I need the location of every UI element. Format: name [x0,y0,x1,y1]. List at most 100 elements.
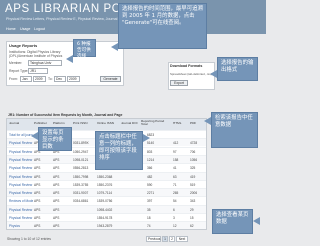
to-label: To: [48,77,53,81]
to-year-select[interactable]: 2009 [67,76,80,82]
cell-journal[interactable]: Physical Review ST AB [9,208,33,212]
callout-entries-per-page-arrow [31,132,38,140]
cell-journal[interactable]: Physical Review C [9,166,33,170]
callout-sort-columns-arrow [143,134,150,142]
cell-pdf: 1056 [190,157,198,162]
cell-journal[interactable]: Physical Review B [9,158,33,162]
report-type-label: Report Type: [9,69,29,73]
institution-description: Institutions: Digital Physics Library (D… [9,50,63,59]
cell-online-issn: 1943-2879 [97,224,113,229]
cell-publisher: APS [34,182,41,187]
callout-sort-columns: 点击标题栏中任意一列的标题，即可按照该字段排序 [95,131,143,170]
cell-online-issn: 1550-2376 [97,182,113,187]
cell-journal[interactable]: Physical Review A [9,150,33,154]
cell-journal[interactable]: Physical Review [9,141,33,145]
cell-print-issn: 0031-899X [73,141,89,146]
callout-report-types: 6 种报告可供选择 [73,39,96,59]
cell-journal[interactable]: Physical Review E [9,183,33,187]
cell-platform: APS [53,224,60,229]
format-panel-title: Download Formats [170,64,203,68]
col-publisher[interactable]: Publisher [34,121,47,125]
cell-publisher: APS [34,166,41,171]
generate-button[interactable]: Generate [100,76,121,82]
col-platform[interactable]: Platform [53,121,65,125]
cell-print-issn: 1050-2947 [73,149,89,154]
cell-html: 6 [173,207,175,212]
callout-page-select: 选择查看某页数据 [212,209,253,234]
cell-journal[interactable]: Physical Review Letters [9,191,33,195]
from-year-select[interactable]: 2009 [33,76,46,82]
cell-pdf: 15 [190,216,194,220]
page-1-button[interactable]: 1 [162,236,168,242]
usage-form-title: Usage Reports [9,43,38,48]
cell-html: 412 [173,141,179,146]
cell-online-issn: 1554-9178 [97,216,113,220]
table-row: Reviews of Modern PhysicsAPSAPS0034-6861… [7,196,206,204]
cell-html: 158 [173,157,179,162]
callout-report-types-arrow [66,55,73,63]
col-period-total[interactable]: Reporting Period Total [141,119,167,127]
callout-time-range-arrow [111,43,118,51]
cell-publisher: APS [34,199,41,204]
cell-print-issn: 0031-9007 [73,191,89,196]
callout-search-data-arrow [204,117,211,125]
cell-pdf: 325 [190,166,196,171]
callout-search-data: 检索该报告中任意数据 [211,112,258,148]
cell-pdf: 519 [190,182,196,187]
cell-journal[interactable]: Reviews of Modern Physics [9,199,33,203]
cell-period-total: 18 [147,216,151,220]
cell-publisher: APS [34,157,41,162]
cell-pdf: 343 [190,199,196,204]
to-month-select[interactable]: Dec [54,76,66,82]
cell-period-total: 366 [147,166,153,171]
cell-journal[interactable]: Total for all journals [9,133,33,137]
table-row: Physical Review LettersAPSAPS0031-900710… [7,188,206,197]
member-label: Member: [9,61,23,65]
table-row: Physics APS APS 1943-2879 74 12 62 [7,221,206,229]
nav-home-link[interactable]: Home [6,27,16,31]
callout-entries-per-page: 设置每页显示的条目数 [38,127,72,151]
cell-publisher: APS [34,207,41,212]
cell-html: 97 [173,149,177,154]
cell-period-total: 482 [147,174,153,179]
cell-journal[interactable]: Physics [9,224,33,228]
from-month-select[interactable]: Jan [20,76,32,82]
nav-logout-link[interactable]: Logout [34,27,45,31]
member-select[interactable]: Tsinghua Univ [28,60,62,66]
cell-platform: APS [53,191,60,196]
cell-html: 63 [173,174,177,179]
cell-platform: APS [53,174,60,179]
cell-publisher: APS [34,191,41,196]
callout-output-format: 选择报告的输出格式 [217,57,258,81]
page-2-button[interactable]: 2 [169,236,175,242]
cell-publisher: APS [34,216,41,220]
col-journal[interactable]: Journal [9,121,19,125]
export-button[interactable]: Export [170,80,188,86]
cell-period-total: 590 [147,182,153,187]
cell-print-issn: 1539-3755 [73,182,89,187]
table-row: Physical Review D APS APS 1550-7998 1550-236… [7,171,206,180]
table-row: Physical Review ST PERAPSAPS1554-9178183… [7,213,206,221]
col-online-issn[interactable]: Online ISSN [97,121,114,125]
col-print-issn[interactable]: Print ISSN [73,121,87,125]
nav-usage-link[interactable]: Usage [20,27,30,31]
table-title: JR1: Number of Successful Item Requests … [8,113,123,117]
report-type-select[interactable]: JR1 [28,68,48,74]
next-page-button[interactable]: Next [176,236,188,242]
col-pdf[interactable]: PDF [190,121,196,125]
previous-page-button[interactable]: Previous [146,236,161,242]
cell-print-issn: 1550-7998 [73,174,89,179]
col-html[interactable]: HTML [173,121,181,125]
cell-html: 54 [173,199,177,204]
col-journal-doi[interactable]: Journal DOI [121,121,138,125]
cell-journal[interactable]: Physical Review D [9,175,33,179]
format-option[interactable]: Spreadsheet (tab-delimited, .tsv) [170,72,212,76]
cell-pdf: 2006 [190,191,198,196]
table-header: Journal Publisher Platform Print ISSN On… [7,119,206,130]
cell-pdf: 62 [190,224,194,229]
cell-period-total: 35 [147,207,151,212]
cell-period-total: 74 [147,224,151,229]
cell-publisher: APS [34,174,41,179]
cell-pdf: 29 [190,207,194,212]
cell-journal[interactable]: Physical Review ST PER [9,216,33,220]
